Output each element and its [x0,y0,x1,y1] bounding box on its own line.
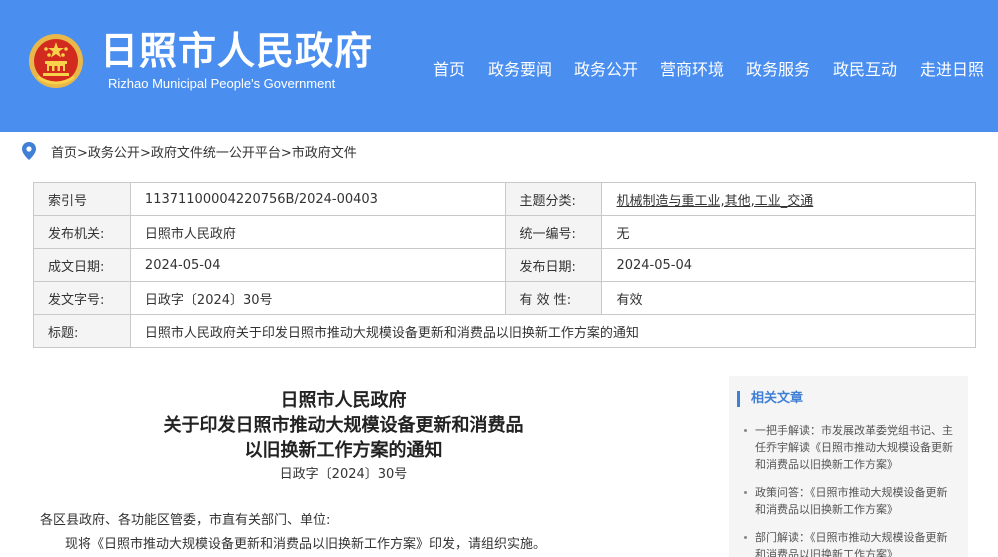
document-meta-table: 索引号 11371100004220756B/2024-00403 主题分类: … [33,182,977,348]
breadcrumb-sep: > [77,145,88,161]
article-salutation: 各区县政府、各功能区管委，市直有关部门、单位: [40,513,331,528]
meta-key: 主题分类: [504,182,603,216]
meta-value: 日政字〔2024〕30号 [129,281,506,315]
nav-news[interactable]: 政务要闻 [488,58,552,82]
meta-value: 2024-05-04 [601,248,976,282]
nav-about[interactable]: 走进日照 [920,58,984,82]
meta-title-value: 日照市人民政府关于印发日照市推动大规模设备更新和消费品以旧换新工作方案的通知 [129,314,977,348]
nav-interaction[interactable]: 政民互动 [833,58,897,82]
breadcrumb-open-gov[interactable]: 政务公开 [88,146,140,161]
breadcrumb: 首页>政务公开>政府文件统一公开平台>市政府文件 [22,141,357,161]
article-title-line: 关于印发日照市推动大规模设备更新和消费品 [163,415,524,436]
related-link[interactable]: 一把手解读：市发展改革委党组书记、主任乔宇解读《日照市推动大规模设备更新和消费品… [743,422,953,473]
breadcrumb-home[interactable]: 首页 [51,146,77,161]
meta-key: 有 效 性: [504,281,603,315]
breadcrumb-trail: 首页>政务公开>政府文件统一公开平台>市政府文件 [51,142,357,161]
meta-value: 机械制造与重工业,其他,工业_交通 [601,182,976,216]
breadcrumb-city-docs[interactable]: 市政府文件 [292,146,357,161]
breadcrumb-sep: > [139,145,151,161]
site-header: 日照市人民政府 Rizhao Municipal People's Govern… [0,0,998,132]
meta-key: 发文字号: [33,281,131,315]
meta-value: 有效 [601,281,976,315]
meta-key: 索引号 [33,182,131,216]
meta-key: 统一编号: [504,215,603,249]
article-body: 现将《日照市推动大规模设备更新和消费品以旧换新工作方案》印发，请组织实施。 [65,537,547,552]
nav-open-gov[interactable]: 政务公开 [574,58,638,82]
breadcrumb-sep: > [280,145,292,161]
table-row: 发布机关: 日照市人民政府 统一编号: 无 [33,215,976,249]
article-title-line: 以旧换新工作方案的通知 [244,440,443,461]
meta-value: 11371100004220756B/2024-00403 [129,182,506,216]
meta-value: 无 [601,215,976,249]
related-list: 一把手解读：市发展改革委党组书记、主任乔宇解读《日照市推动大规模设备更新和消费品… [743,422,953,557]
national-emblem-icon[interactable] [28,33,84,89]
table-row: 成文日期: 2024-05-04 发布日期: 2024-05-04 [33,248,976,282]
site-subtitle: Rizhao Municipal People's Government [108,76,336,91]
meta-key: 成文日期: [33,248,131,282]
related-link[interactable]: 部门解读：《日照市推动大规模设备更新和消费品以旧换新工作方案》 [743,529,953,557]
related-articles-panel: 相关文章 一把手解读：市发展改革委党组书记、主任乔宇解读《日照市推动大规模设备更… [729,376,968,557]
nav-home[interactable]: 首页 [433,58,465,82]
article-title-line: 日照市人民政府 [280,390,407,411]
related-link[interactable]: 政策问答：《日照市推动大规模设备更新和消费品以旧换新工作方案》 [743,484,953,518]
breadcrumb-platform[interactable]: 政府文件统一公开平台 [151,146,281,161]
meta-key: 发布机关: [33,215,131,249]
location-pin-icon [22,142,36,160]
meta-key: 发布日期: [504,248,603,282]
article-doc-number: 日政字〔2024〕30号 [279,467,408,482]
meta-key: 标题: [33,314,131,348]
nav-business[interactable]: 营商环境 [660,58,724,82]
meta-value: 2024-05-04 [129,248,506,282]
meta-value: 日照市人民政府 [129,215,506,249]
topic-link[interactable]: 机械制造与重工业,其他,工业_交通 [616,194,813,209]
table-row: 标题: 日照市人民政府关于印发日照市推动大规模设备更新和消费品以旧换新工作方案的… [33,314,977,348]
nav-services[interactable]: 政务服务 [746,58,810,82]
table-row: 发文字号: 日政字〔2024〕30号 有 效 性: 有效 [33,281,976,315]
related-heading: 相关文章 [737,391,803,407]
table-row: 索引号 11371100004220756B/2024-00403 主题分类: … [33,182,976,216]
site-title[interactable]: 日照市人民政府 [100,28,373,74]
